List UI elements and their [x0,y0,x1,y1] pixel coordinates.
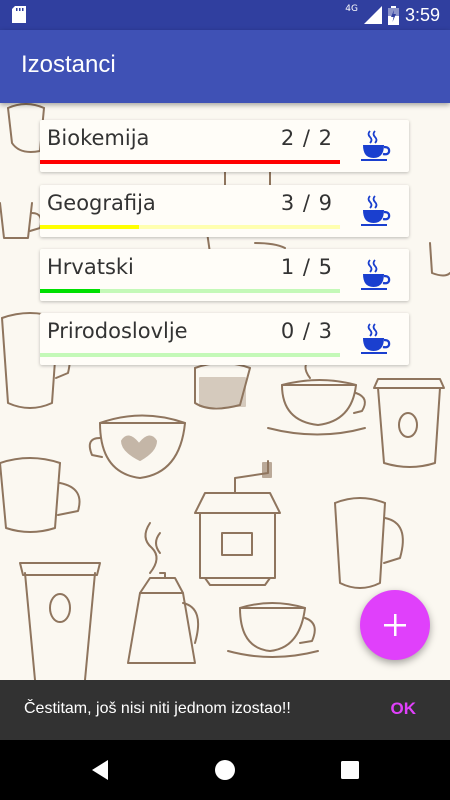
coffee-cup-icon[interactable] [359,128,393,162]
coffee-cup-icon[interactable] [359,193,393,227]
subject-name: Hrvatski [47,255,134,279]
battery-icon [387,5,399,25]
subject-card[interactable]: Hrvatski 1 / 5 [40,249,409,301]
navigation-bar [0,740,450,800]
absence-count: 1 / 5 [280,255,333,279]
absence-progress-bar [40,160,340,164]
subject-name: Prirodoslovlje [47,319,188,343]
absence-count: 2 / 2 [280,126,333,150]
coffee-cup-icon[interactable] [359,321,393,355]
subject-name: Biokemija [47,126,150,150]
subject-card[interactable]: Geografija 3 / 9 [40,185,409,237]
home-icon[interactable] [212,757,238,783]
status-bar: 4G 3:59 [0,0,450,30]
absence-progress-fill [40,289,100,293]
subject-name: Geografija [47,191,156,215]
add-subject-button[interactable] [360,590,430,660]
sd-card-icon [12,6,26,23]
recent-apps-icon[interactable] [337,757,363,783]
subject-card[interactable]: Prirodoslovlje 0 / 3 [40,313,409,365]
absence-progress-fill [40,225,139,229]
snackbar: Čestitam, još nisi niti jednom izostao!!… [0,680,450,740]
absence-progress-bar [40,225,340,229]
snackbar-message: Čestitam, još nisi niti jednom izostao!! [24,700,291,717]
network-type: 4G [345,4,358,14]
signal-icon [363,6,382,24]
app-title: Izostanci [21,51,116,78]
subject-card[interactable]: Biokemija 2 / 2 [40,120,409,172]
back-icon[interactable] [88,757,114,783]
coffee-cup-icon[interactable] [359,257,393,291]
absence-progress-bar [40,353,340,357]
app-bar: Izostanci [0,30,450,103]
status-time: 3:59 [404,4,440,25]
snackbar-ok-button[interactable]: OK [391,699,417,719]
absence-progress-fill [40,160,340,164]
absence-progress-bar [40,289,340,293]
absence-count: 3 / 9 [280,191,333,215]
plus-icon [384,614,406,636]
absence-count: 0 / 3 [280,319,333,343]
